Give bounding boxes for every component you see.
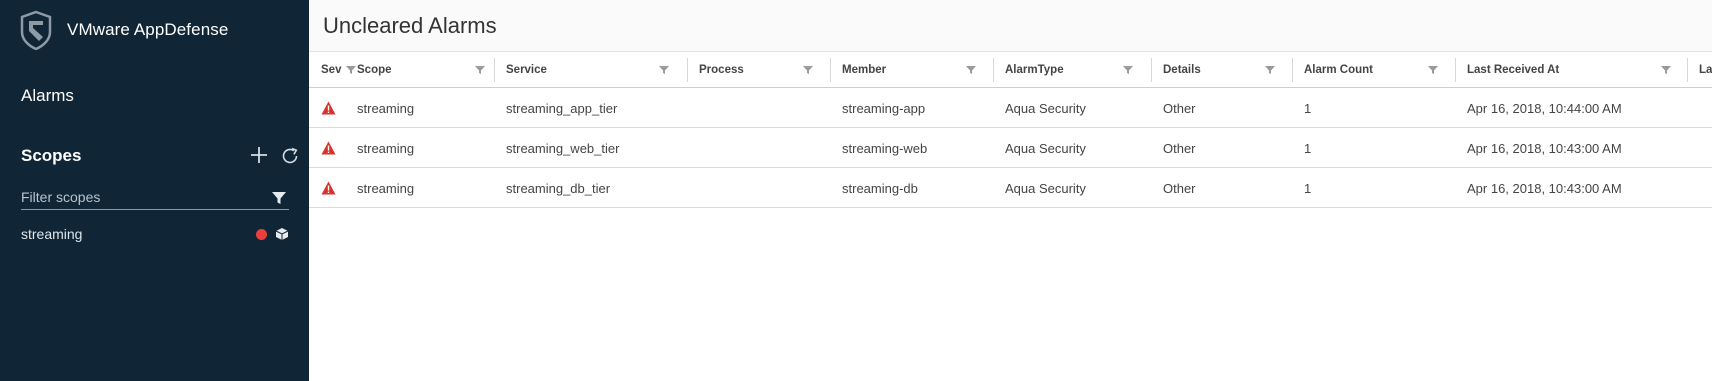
alarm-count-cell: 1 [1304, 100, 1312, 116]
scope-label: streaming [21, 226, 83, 242]
filter-icon[interactable] [1123, 65, 1133, 75]
details-cell: Other [1163, 100, 1196, 116]
page-title: Uncleared Alarms [323, 13, 497, 38]
column-label: La [1699, 64, 1712, 76]
details-cell: Other [1163, 140, 1196, 156]
column-label: Process [699, 64, 744, 76]
member-cell: streaming-app [842, 100, 926, 116]
scope-item-streaming[interactable]: streaming [21, 226, 296, 246]
sidebar: VMware AppDefense Alarms Scopes streamin… [0, 0, 309, 381]
column-label: Alarm Count [1304, 64, 1373, 76]
filter-scopes-field [21, 186, 289, 210]
cube-icon [275, 228, 289, 240]
filter-icon[interactable] [1661, 65, 1671, 75]
column-label: Sev [321, 64, 342, 76]
warning-triangle-icon [321, 141, 336, 155]
app-title: VMware AppDefense [67, 20, 229, 39]
alarm-count-cell: 1 [1304, 140, 1312, 156]
table-row[interactable]: streaming streaming_web_tier streaming-w… [309, 128, 1712, 168]
alarm-type-cell: Aqua Security [1005, 180, 1086, 196]
process-cell [687, 168, 699, 208]
column-header-service[interactable]: Service [494, 52, 687, 88]
process-cell [687, 128, 699, 168]
column-label: Details [1163, 64, 1201, 76]
severity-cell [309, 128, 336, 168]
severity-cell [309, 88, 336, 128]
member-cell: streaming-db [842, 180, 918, 196]
scopes-heading: Scopes [21, 146, 82, 165]
table-header: Sev Scope Service Process Member AlarmTy… [309, 52, 1712, 88]
nav-alarms[interactable]: Alarms [21, 86, 74, 106]
warning-triangle-icon [321, 181, 336, 195]
table-row[interactable]: streaming streaming_db_tier streaming-db… [309, 168, 1712, 208]
scope-cell: streaming [357, 100, 415, 116]
column-header-alarm-count[interactable]: Alarm Count [1292, 52, 1455, 88]
last-received-cell: Apr 16, 2018, 10:43:00 AM [1467, 180, 1622, 196]
severity-cell [309, 168, 336, 208]
refresh-icon[interactable] [280, 146, 300, 166]
column-header-process[interactable]: Process [687, 52, 830, 88]
table-row[interactable]: streaming streaming_app_tier streaming-a… [309, 88, 1712, 128]
plus-icon[interactable] [249, 145, 269, 165]
column-label: Service [506, 64, 547, 76]
process-cell [687, 88, 699, 128]
filter-icon[interactable] [966, 65, 976, 75]
status-dot [256, 229, 267, 240]
column-header-scope[interactable]: Scope [345, 52, 503, 88]
brand: VMware AppDefense [20, 10, 228, 50]
scope-cell: streaming [357, 140, 415, 156]
alarm-type-cell: Aqua Security [1005, 140, 1086, 156]
last-received-cell: Apr 16, 2018, 10:44:00 AM [1467, 100, 1622, 116]
service-cell: streaming_db_tier [506, 180, 611, 196]
filter-scopes-input[interactable] [21, 186, 261, 208]
column-label: AlarmType [1005, 64, 1064, 76]
column-header-alarmtype[interactable]: AlarmType [993, 52, 1151, 88]
service-cell: streaming_web_tier [506, 140, 620, 156]
scope-cell: streaming [357, 180, 415, 196]
main-content: Uncleared Alarms Sev Scope Service Proce… [309, 0, 1712, 381]
shield-logo-icon [20, 10, 52, 50]
details-cell: Other [1163, 180, 1196, 196]
filter-icon[interactable] [803, 65, 813, 75]
column-header-last-received[interactable]: Last Received At [1455, 52, 1687, 88]
filter-icon[interactable] [1265, 65, 1275, 75]
last-received-cell: Apr 16, 2018, 10:43:00 AM [1467, 140, 1622, 156]
page-header: Uncleared Alarms [309, 0, 1712, 52]
member-cell: streaming-web [842, 140, 928, 156]
column-label: Member [842, 64, 887, 76]
service-cell: streaming_app_tier [506, 100, 618, 116]
column-header-details[interactable]: Details [1151, 52, 1292, 88]
column-header-member[interactable]: Member [830, 52, 993, 88]
column-label: Last Received At [1467, 64, 1560, 76]
warning-triangle-icon [321, 101, 336, 115]
filter-icon[interactable] [659, 65, 669, 75]
filter-icon[interactable] [1428, 65, 1438, 75]
alarm-type-cell: Aqua Security [1005, 100, 1086, 116]
alarm-count-cell: 1 [1304, 180, 1312, 196]
filter-icon[interactable] [271, 190, 287, 206]
alarms-table: Sev Scope Service Process Member AlarmTy… [309, 52, 1712, 208]
filter-icon[interactable] [475, 65, 485, 75]
column-header-truncated[interactable]: La [1687, 52, 1712, 88]
column-label: Scope [357, 64, 392, 76]
